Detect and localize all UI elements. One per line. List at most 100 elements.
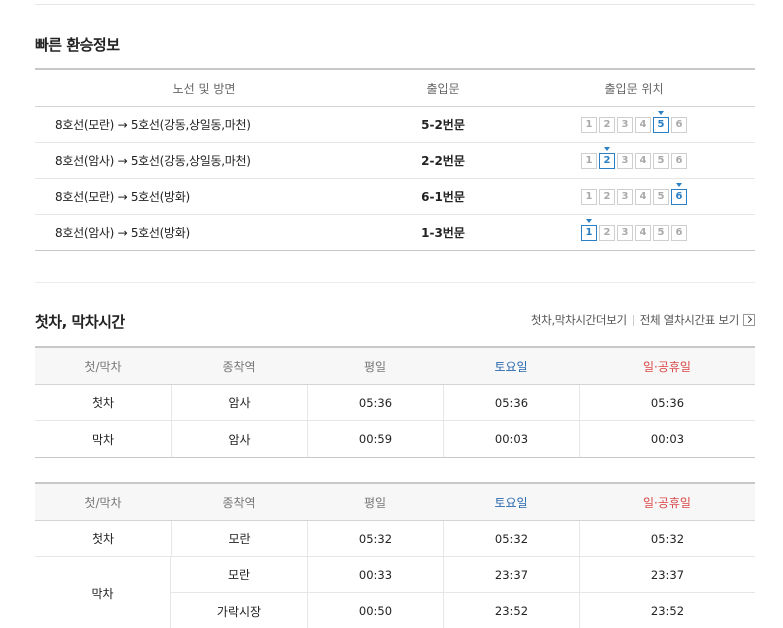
transfer-door-position: 123456 — [513, 183, 755, 205]
schedule-table-amsa: 첫/막차 종착역 평일 토요일 일·공휴일 첫차 암사 05:36 05:36 … — [35, 346, 755, 458]
car-number-active: 5 — [653, 111, 669, 133]
schedule-section-title: 첫차, 막차시간 — [35, 313, 125, 331]
table-row: 가락시장 00:50 23:52 23:52 — [170, 593, 755, 628]
row-holiday: 00:03 — [579, 421, 755, 457]
row-weekday: 05:32 — [307, 521, 443, 556]
row-saturday: 00:03 — [443, 421, 579, 457]
row-type: 막차 — [91, 586, 114, 601]
car-number: 5 — [653, 225, 669, 241]
header-position: 출입문 위치 — [604, 81, 664, 96]
car-number: 5 — [653, 153, 669, 169]
car-diagram: 123456 — [581, 111, 687, 133]
last-train-group: 막차 모란 00:33 23:37 23:37 가락시장 00:50 23:52… — [35, 557, 755, 628]
row-saturday: 05:32 — [443, 521, 579, 556]
car-number: 1 — [581, 117, 597, 133]
row-type: 첫차 — [91, 396, 115, 410]
car-number: 1 — [581, 189, 597, 205]
row-saturday: 05:36 — [443, 385, 579, 420]
header-holiday: 일·공휴일 — [643, 359, 691, 374]
car-number-active: 2 — [599, 147, 615, 169]
car-number: 2 — [599, 189, 615, 205]
row-saturday: 23:37 — [443, 557, 579, 592]
row-terminal: 모란 — [227, 568, 251, 582]
transfer-route: 8호선(암사) → 5호선(방화) — [55, 226, 190, 240]
schedule-table-moran: 첫/막차 종착역 평일 토요일 일·공휴일 첫차 모란 05:32 05:32 … — [35, 482, 755, 628]
transfer-door-position: 123456 — [513, 111, 755, 133]
schedule-header: 첫/막차 종착역 평일 토요일 일·공휴일 — [35, 348, 755, 385]
car-diagram: 123456 — [581, 219, 687, 241]
car-number: 2 — [599, 117, 615, 133]
car-number: 4 — [635, 225, 651, 241]
transfer-exit: 6-1번문 — [421, 190, 465, 204]
car-number: 6 — [671, 225, 687, 241]
schedule-header: 첫/막차 종착역 평일 토요일 일·공휴일 — [35, 484, 755, 521]
car-number: 4 — [635, 153, 651, 169]
full-timetable-link[interactable]: 전체 열차시간표 보기 — [640, 312, 740, 328]
car-number-active: 1 — [581, 219, 597, 241]
chevron-right-icon[interactable] — [743, 314, 755, 326]
row-holiday: 05:32 — [579, 521, 755, 556]
header-saturday: 토요일 — [494, 359, 528, 374]
link-separator — [632, 314, 634, 326]
table-row: 모란 00:33 23:37 23:37 — [170, 557, 755, 593]
row-saturday: 23:52 — [443, 593, 579, 628]
row-terminal: 가락시장 — [216, 604, 262, 619]
transfer-table-header: 노선 및 방면 출입문 출입문 위치 — [35, 70, 755, 107]
car-number: 3 — [617, 153, 633, 169]
row-weekday: 00:33 — [307, 557, 443, 592]
header-saturday: 토요일 — [494, 495, 528, 510]
table-row: 막차 암사 00:59 00:03 00:03 — [35, 421, 755, 457]
schedule-links: 첫차,막차시간더보기 전체 열차시간표 보기 — [531, 312, 755, 328]
row-terminal: 암사 — [171, 385, 307, 420]
door-marker-icon — [676, 183, 682, 187]
table-row: 첫차 모란 05:32 05:32 05:32 — [35, 521, 755, 557]
header-exit: 출입문 — [426, 81, 460, 96]
car-number: 2 — [599, 225, 615, 241]
transfer-table: 노선 및 방면 출입문 출입문 위치 8호선(모란) → 5호선(강동,상일동,… — [35, 68, 755, 251]
car-number: 5 — [653, 189, 669, 205]
row-holiday: 23:52 — [579, 593, 755, 628]
car-number: 3 — [617, 189, 633, 205]
section-divider — [35, 282, 755, 283]
top-divider — [35, 4, 755, 5]
car-number: 1 — [581, 153, 597, 169]
door-marker-icon — [586, 219, 592, 223]
transfer-exit: 1-3번문 — [421, 226, 465, 240]
row-terminal: 모란 — [171, 521, 307, 556]
door-marker-icon — [604, 147, 610, 151]
header-weekday: 평일 — [363, 495, 387, 510]
row-holiday: 05:36 — [579, 385, 755, 420]
transfer-route: 8호선(암사) → 5호선(강동,상일동,마천) — [55, 154, 251, 168]
row-holiday: 23:37 — [579, 557, 755, 592]
door-marker-icon — [658, 111, 664, 115]
row-weekday: 00:50 — [307, 593, 443, 628]
transfer-row: 8호선(모란) → 5호선(강동,상일동,마천) 5-2번문 1 2 3 4 5 6 — [35, 107, 755, 143]
row-weekday: 05:36 — [307, 385, 443, 420]
car-number: 3 — [617, 117, 633, 133]
header-weekday: 평일 — [363, 359, 387, 374]
header-terminal: 종착역 — [222, 495, 256, 510]
table-row: 첫차 암사 05:36 05:36 05:36 — [35, 385, 755, 421]
row-type: 첫차 — [91, 532, 115, 546]
transfer-section-title: 빠른 환승정보 — [35, 36, 120, 54]
header-holiday: 일·공휴일 — [643, 495, 691, 510]
car-number: 6 — [671, 153, 687, 169]
row-type: 막차 — [91, 432, 115, 447]
transfer-route: 8호선(모란) → 5호선(강동,상일동,마천) — [55, 118, 251, 132]
transfer-door-position: 123456 — [513, 147, 755, 169]
header-type: 첫/막차 — [84, 495, 122, 510]
transfer-row: 8호선(모란) → 5호선(방화) 6-1번문 1 2 3 4 5 6 — [35, 179, 755, 215]
transfer-row: 8호선(암사) → 5호선(방화) 1-3번문 1 2 3 4 5 6 — [35, 215, 755, 251]
row-weekday: 00:59 — [307, 421, 443, 457]
car-number: 4 — [635, 117, 651, 133]
header-route: 노선 및 방면 — [172, 81, 236, 96]
first-last-more-link[interactable]: 첫차,막차시간더보기 — [531, 312, 627, 328]
car-number: 4 — [635, 189, 651, 205]
transfer-row: 8호선(암사) → 5호선(강동,상일동,마천) 2-2번문 1 2 3 4 5 6 — [35, 143, 755, 179]
transfer-door-position: 123456 — [513, 219, 755, 241]
car-number: 3 — [617, 225, 633, 241]
row-terminal: 암사 — [171, 421, 307, 457]
header-terminal: 종착역 — [222, 359, 256, 374]
header-type: 첫/막차 — [84, 359, 122, 374]
car-diagram: 123456 — [581, 147, 687, 169]
